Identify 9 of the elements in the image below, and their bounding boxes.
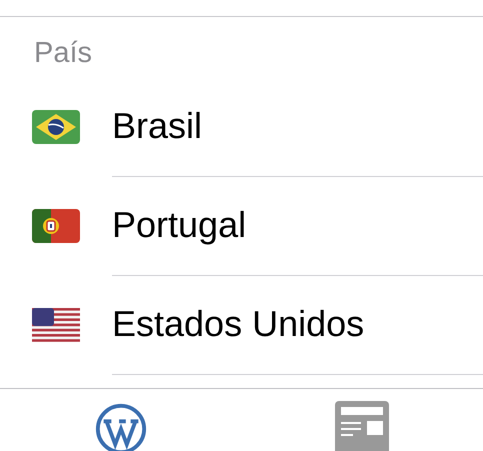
section-header: País [33,36,94,71]
wordpress-tab-icon[interactable] [94,401,148,451]
country-name[interactable]: Brasil [112,105,202,147]
news-tab-icon[interactable] [335,401,390,451]
country-name[interactable]: Estados Unidos [112,303,364,345]
flag-icon [32,208,80,242]
country-name[interactable]: Portugal [112,204,246,246]
flag-icon [32,110,80,144]
flag-icon [32,308,80,342]
